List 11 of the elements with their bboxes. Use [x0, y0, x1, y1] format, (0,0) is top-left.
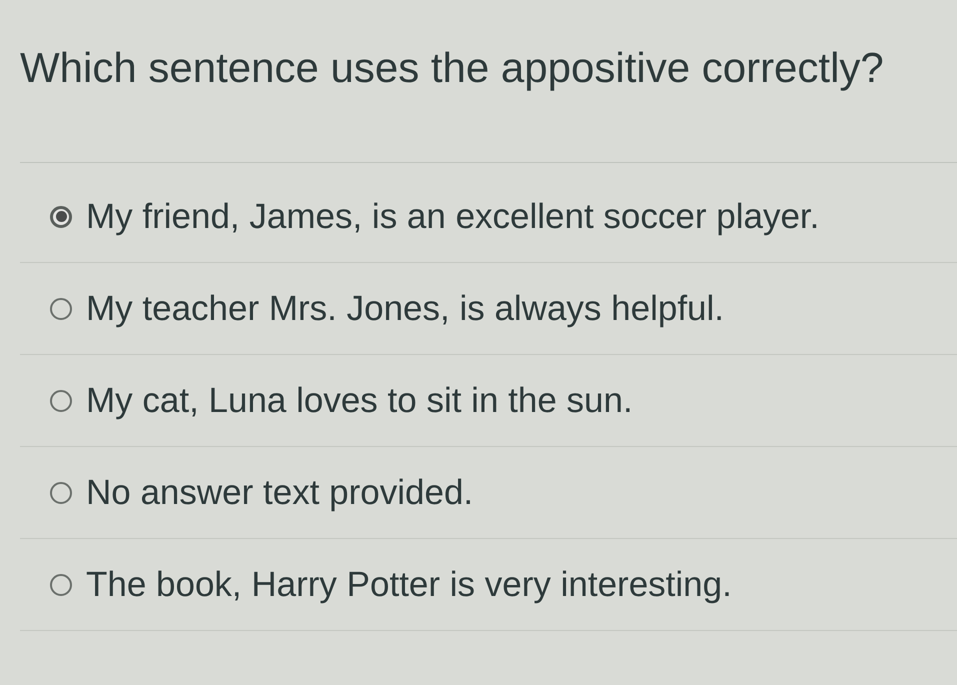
question-text: Which sentence uses the appositive correctly? — [20, 43, 884, 93]
radio-button[interactable] — [50, 574, 72, 596]
radio-button[interactable] — [50, 482, 72, 504]
option-label[interactable]: No answer text provided. — [86, 470, 474, 514]
option-label[interactable]: My friend, James, is an excellent soccer player. — [86, 194, 820, 238]
radio-button[interactable] — [50, 206, 72, 228]
radio-button[interactable] — [50, 298, 72, 320]
radio-button[interactable] — [50, 390, 72, 412]
option-label[interactable]: My teacher Mrs. Jones, is always helpful. — [86, 286, 724, 330]
option-label[interactable]: The book, Harry Potter is very interesting. — [86, 562, 732, 606]
option-label[interactable]: My cat, Luna loves to sit in the sun. — [86, 378, 633, 422]
